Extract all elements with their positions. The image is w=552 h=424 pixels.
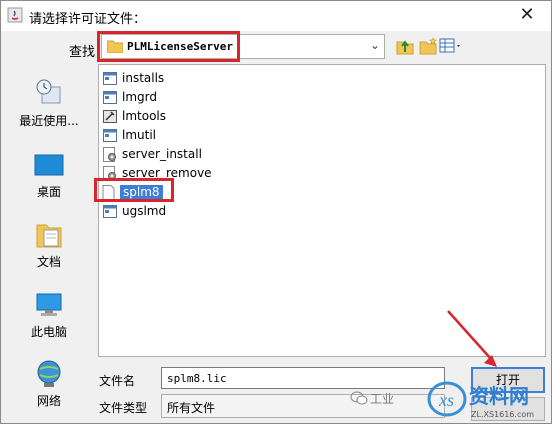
file-chooser-dialog: 请选择许可证文件： ✕ 查找 PLMLicenseServer ⌄ 最近使用..… — [0, 0, 552, 424]
svg-text:资料网: 资料网 — [469, 384, 529, 408]
site-logo: xs 资料网 ZL.XS1616.com — [427, 381, 534, 419]
annotation-arrow — [447, 310, 497, 367]
watermark-text: 工业 — [370, 392, 395, 406]
wechat-icon — [350, 391, 368, 405]
svg-text:xs: xs — [438, 390, 454, 410]
svg-text:ZL.XS1616.com: ZL.XS1616.com — [471, 410, 534, 419]
